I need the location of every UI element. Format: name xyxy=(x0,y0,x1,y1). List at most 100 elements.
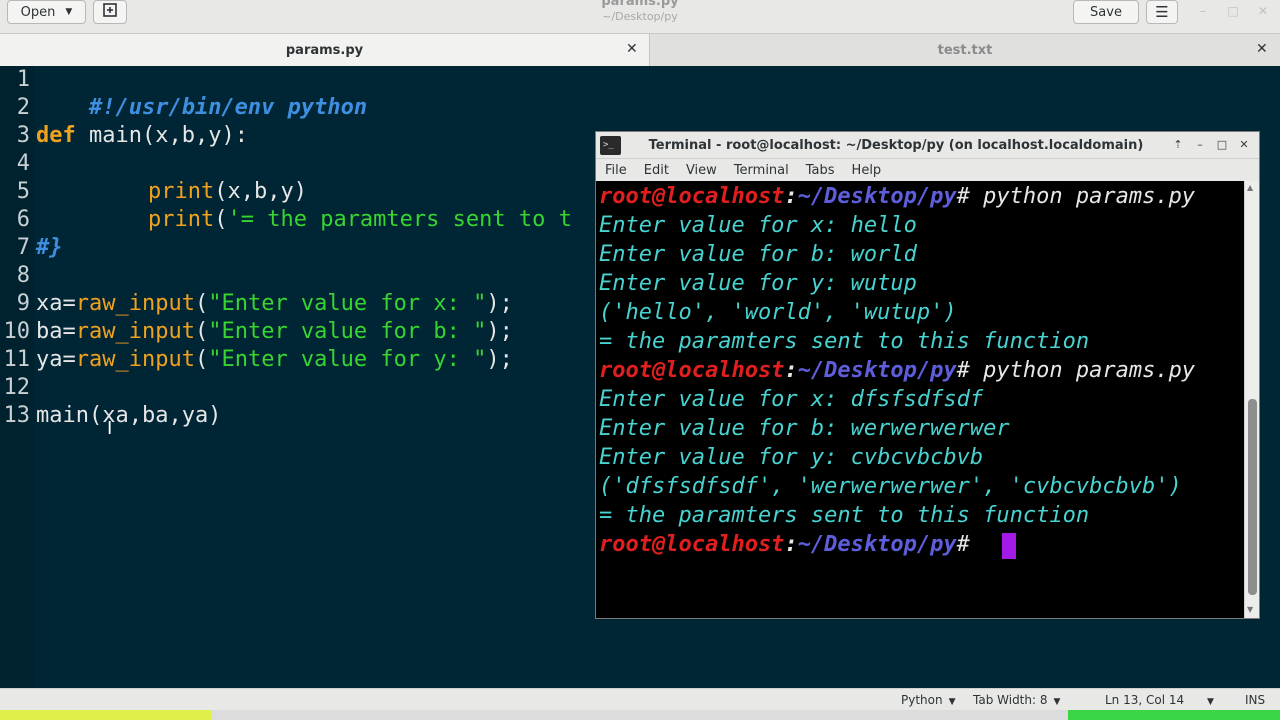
terminal-cursor xyxy=(1002,533,1016,559)
prompt-hash: # xyxy=(956,532,970,557)
prompt-path: ~/Desktop/py xyxy=(797,532,957,557)
code-token: xa= xyxy=(36,291,76,316)
maximize-icon[interactable]: □ xyxy=(1215,138,1229,152)
tab-width-selector[interactable]: Tab Width: 8 ▼ xyxy=(973,689,1060,711)
menu-edit[interactable]: Edit xyxy=(644,163,669,178)
menu-terminal[interactable]: Terminal xyxy=(734,163,789,178)
close-icon[interactable]: ✕ xyxy=(1255,4,1271,18)
output-line: Enter value for y: cvbcvbcbvb xyxy=(599,445,984,470)
code-token: ( xyxy=(194,319,209,344)
terminal-title: Terminal - root@localhost: ~/Desktop/py … xyxy=(648,138,1144,153)
terminal-window[interactable]: >_ Terminal - root@localhost: ~/Desktop/… xyxy=(595,131,1260,619)
function-token: raw_input xyxy=(75,347,195,372)
output-line: Enter value for y: wutup xyxy=(599,271,917,296)
scroll-up-icon[interactable]: ▲ xyxy=(1247,183,1253,192)
window-title-group: params.py ~/Desktop/py xyxy=(540,0,740,24)
code-token: ( xyxy=(194,347,209,372)
prompt-path: ~/Desktop/py xyxy=(797,358,957,383)
minimize-icon[interactable]: – xyxy=(1195,4,1211,18)
line-number: 11 xyxy=(3,347,31,372)
output-line: = the paramters sent to this function xyxy=(599,503,1090,528)
prompt-line: root@localhost:~/Desktop/py# python para… xyxy=(599,182,1195,211)
terminal-screen[interactable]: root@localhost:~/Desktop/py# python para… xyxy=(596,181,1244,618)
output-line: ('dfsfsdfsdf', 'werwerwerwer', 'cvbcvbcb… xyxy=(599,474,1182,499)
code-token: ); xyxy=(486,347,513,372)
string-token: '= the paramters sent to t xyxy=(227,207,572,232)
tab-params-py[interactable]: params.py ✕ xyxy=(0,34,650,66)
code-line: xa=raw_input("Enter value for x: "); xyxy=(36,290,513,318)
menu-help[interactable]: Help xyxy=(852,163,882,178)
cursor-position-label: Ln 13, Col 14 xyxy=(1105,693,1185,707)
language-selector[interactable]: Python ▼ xyxy=(901,689,956,711)
insert-mode: INS xyxy=(1245,689,1265,711)
tab-width-label: Tab Width: 8 xyxy=(973,693,1048,707)
line-number: 8 xyxy=(16,263,30,288)
scrollbar-thumb[interactable] xyxy=(1248,399,1257,595)
minimize-icon[interactable]: – xyxy=(1193,138,1207,152)
output-line: Enter value for x: dfsfsdfsdf xyxy=(599,387,984,412)
save-button[interactable]: Save xyxy=(1073,0,1139,24)
new-document-icon xyxy=(103,3,117,21)
menu-view[interactable]: View xyxy=(686,163,717,178)
line-number: 10 xyxy=(3,319,31,344)
insert-mode-label: INS xyxy=(1245,693,1266,707)
menu-file[interactable]: File xyxy=(605,163,627,178)
line-number-gutter: 1 2 3 4 5 6 7 8 9 10 11 12 13 xyxy=(0,66,34,688)
header-bar: Open ▼ params.py ~/Desktop/py Save ☰ – □… xyxy=(0,0,1280,34)
hamburger-menu-button[interactable]: ☰ xyxy=(1146,0,1178,24)
arrow-up-icon[interactable]: ⇡ xyxy=(1171,138,1185,152)
code-line: ya=raw_input("Enter value for y: "); xyxy=(36,346,513,374)
prompt-path: ~/Desktop/py xyxy=(797,184,957,209)
keyword-token: def xyxy=(36,123,76,148)
code-line: print('= the paramters sent to t xyxy=(148,206,572,234)
string-token: "Enter value for b: " xyxy=(208,319,487,344)
prompt-user: root@localhost xyxy=(599,184,785,209)
text-cursor-icon: I xyxy=(107,418,113,439)
tab-test-txt[interactable]: test.txt ✕ xyxy=(650,34,1280,66)
line-number: 2 xyxy=(16,95,30,120)
save-button-label: Save xyxy=(1090,4,1122,20)
prompt-command: # python params.py xyxy=(956,184,1196,209)
comment-token: #} xyxy=(36,235,63,260)
comment-token: #!/usr/bin/env python xyxy=(88,95,368,120)
string-token: "Enter value for y: " xyxy=(208,347,487,372)
tab-bar: params.py ✕ test.txt ✕ xyxy=(0,34,1280,66)
line-number: 13 xyxy=(3,403,31,428)
code-line: print(x,b,y) xyxy=(148,178,307,206)
string-token: "Enter value for x: " xyxy=(208,291,487,316)
prompt-colon: : xyxy=(784,358,798,383)
chevron-down-icon[interactable]: ▼ xyxy=(1207,689,1214,711)
open-button[interactable]: Open ▼ xyxy=(7,0,86,24)
tab-close-icon[interactable]: ✕ xyxy=(1256,41,1268,57)
chevron-down-icon: ▼ xyxy=(1053,697,1061,707)
taskbar xyxy=(0,710,1280,720)
window-title: params.py xyxy=(601,0,679,9)
function-token: print xyxy=(148,179,215,204)
code-token: ya= xyxy=(36,347,76,372)
chevron-down-icon: ▼ xyxy=(65,7,73,17)
close-icon[interactable]: ✕ xyxy=(1237,138,1251,152)
output-line: Enter value for b: werwerwerwer xyxy=(599,416,1010,441)
code-line: def main(x,b,y): xyxy=(36,122,248,150)
prompt-colon: : xyxy=(784,184,798,209)
prompt-command: # python params.py xyxy=(956,358,1196,383)
function-token: print xyxy=(148,207,215,232)
cursor-position[interactable]: Ln 13, Col 14 xyxy=(1105,689,1184,711)
tab-close-icon[interactable]: ✕ xyxy=(626,41,638,57)
line-number: 9 xyxy=(16,291,30,316)
maximize-icon[interactable]: □ xyxy=(1225,4,1241,18)
scroll-down-icon[interactable]: ▼ xyxy=(1247,605,1253,614)
language-label: Python xyxy=(901,693,943,707)
terminal-menubar: File Edit View Terminal Tabs Help xyxy=(596,159,1259,181)
new-document-button[interactable] xyxy=(93,0,127,24)
terminal-scrollbar[interactable]: ▲ ▼ xyxy=(1244,181,1259,618)
output-line: ('hello', 'world', 'wutup') xyxy=(599,300,957,325)
line-number: 4 xyxy=(16,151,30,176)
code-token: ba= xyxy=(36,319,76,344)
output-line: Enter value for x: hello xyxy=(599,213,917,238)
code-token: ); xyxy=(486,291,513,316)
menu-tabs[interactable]: Tabs xyxy=(806,163,835,178)
terminal-titlebar[interactable]: >_ Terminal - root@localhost: ~/Desktop/… xyxy=(596,132,1259,159)
hamburger-icon: ☰ xyxy=(1155,3,1169,21)
code-line: #} xyxy=(36,234,63,262)
